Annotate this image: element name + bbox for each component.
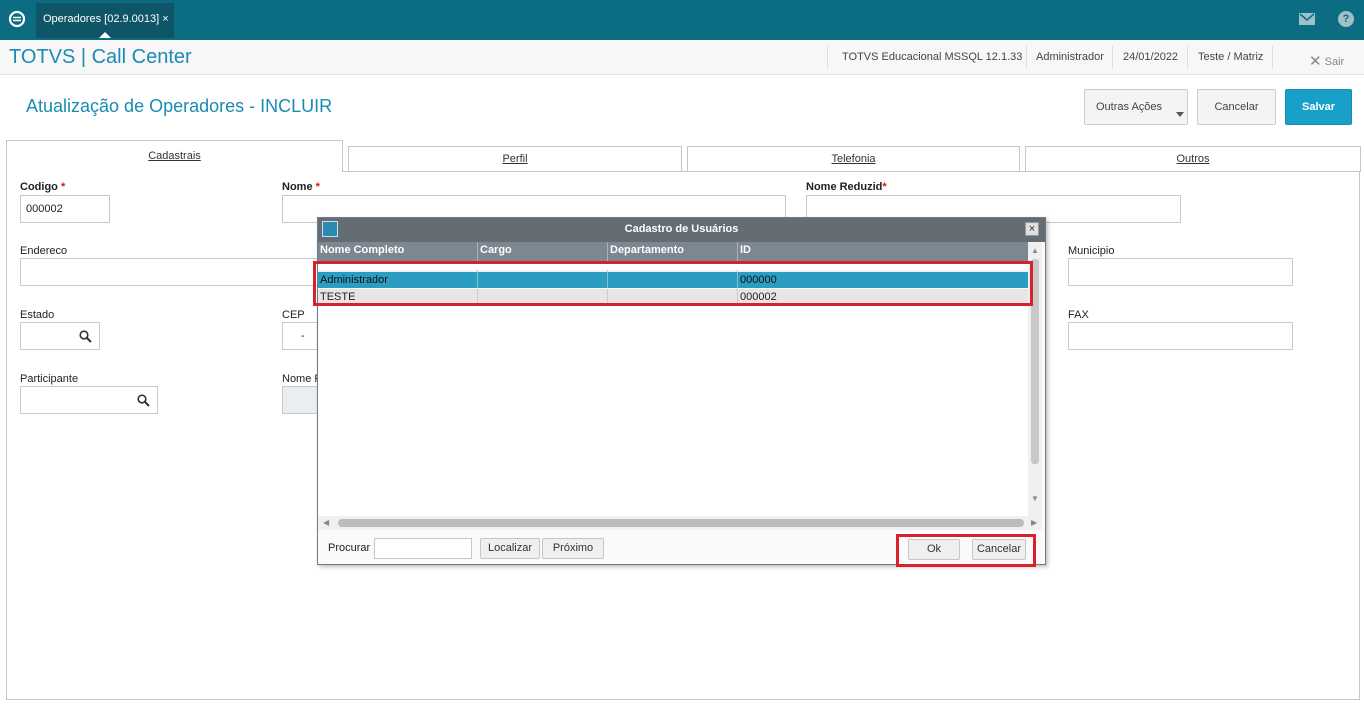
column-header-departamento[interactable]: Departamento bbox=[610, 244, 684, 256]
endereco-label: Endereco bbox=[20, 245, 68, 257]
chevron-down-icon bbox=[1176, 112, 1184, 117]
estado-field[interactable] bbox=[20, 322, 100, 350]
grid-header: Nome Completo Cargo Departamento ID bbox=[318, 242, 1028, 262]
highlight-rows bbox=[313, 261, 1033, 306]
close-icon: ✕ bbox=[1309, 53, 1322, 70]
cancel-button[interactable]: Cancelar bbox=[1197, 89, 1276, 125]
next-button[interactable]: Próximo bbox=[542, 538, 604, 559]
search-icon[interactable] bbox=[79, 330, 92, 343]
nome-participante-label: Nome P bbox=[282, 373, 322, 385]
totvs-logo-icon bbox=[8, 10, 26, 28]
environment-info: TOTVS Educacional MSSQL 12.1.33 bbox=[842, 51, 1023, 63]
scroll-up-icon[interactable]: ▲ bbox=[1031, 246, 1039, 255]
scroll-left-icon[interactable]: ◀ bbox=[323, 518, 329, 527]
scroll-right-icon[interactable]: ▶ bbox=[1031, 518, 1037, 527]
branch-info[interactable]: Teste / Matriz bbox=[1198, 51, 1263, 63]
codigo-field[interactable]: 000002 bbox=[20, 195, 110, 223]
tab-close-icon[interactable]: × bbox=[162, 13, 168, 25]
column-header-cargo[interactable]: Cargo bbox=[480, 244, 512, 256]
search-input[interactable] bbox=[374, 538, 472, 559]
locate-button[interactable]: Localizar bbox=[480, 538, 540, 559]
close-icon[interactable]: × bbox=[1025, 222, 1039, 236]
divider bbox=[1272, 46, 1273, 68]
tab-perfil[interactable]: Perfil bbox=[348, 146, 682, 172]
tab-telefonia[interactable]: Telefonia bbox=[687, 146, 1020, 172]
column-header-nome[interactable]: Nome Completo bbox=[320, 244, 404, 256]
user-name: Administrador bbox=[1036, 51, 1104, 63]
mail-icon[interactable] bbox=[1299, 13, 1315, 25]
divider bbox=[1187, 46, 1188, 68]
more-actions-button[interactable]: Outras Ações bbox=[1084, 89, 1188, 125]
page-title: Atualização de Operadores - INCLUIR bbox=[26, 96, 333, 116]
fax-label: FAX bbox=[1068, 309, 1089, 321]
divider bbox=[1026, 46, 1027, 68]
cep-label: CEP bbox=[282, 309, 305, 321]
scroll-down-icon[interactable]: ▼ bbox=[1031, 494, 1039, 503]
participante-field[interactable] bbox=[20, 386, 158, 414]
tab-label: Operadores [02.9.0013] bbox=[43, 13, 160, 25]
divider bbox=[827, 46, 828, 68]
exit-label: Sair bbox=[1324, 56, 1345, 68]
nome-participante-field bbox=[282, 386, 322, 414]
exit-button[interactable]: ✕ Sair bbox=[1309, 51, 1345, 70]
active-tab-indicator bbox=[99, 32, 111, 38]
horizontal-scrollbar[interactable]: ◀ ▶ bbox=[318, 516, 1042, 530]
search-label: Procurar bbox=[328, 542, 371, 554]
scroll-thumb[interactable] bbox=[338, 519, 1024, 527]
nome-reduzido-label: Nome Reduzid* bbox=[806, 181, 887, 193]
cep-field[interactable]: - bbox=[282, 322, 322, 350]
codigo-label: Codigo * bbox=[20, 181, 66, 193]
tab-operadores[interactable]: Operadores [02.9.0013] × bbox=[36, 3, 174, 38]
divider bbox=[1112, 46, 1113, 68]
nome-label: Nome * bbox=[282, 181, 320, 193]
top-bar bbox=[0, 0, 1364, 40]
dialog-title-bar: Cadastro de Usuários × bbox=[318, 218, 1045, 242]
endereco-field[interactable] bbox=[20, 258, 320, 286]
search-icon[interactable] bbox=[137, 394, 150, 407]
highlight-buttons bbox=[896, 534, 1036, 567]
estado-label: Estado bbox=[20, 309, 55, 321]
more-actions-label: Outras Ações bbox=[1096, 101, 1163, 113]
save-button[interactable]: Salvar bbox=[1285, 89, 1352, 125]
system-date: 24/01/2022 bbox=[1123, 51, 1179, 63]
app-title: TOTVS | Call Center bbox=[9, 46, 192, 68]
dialog-title: Cadastro de Usuários bbox=[624, 223, 739, 235]
tab-outros[interactable]: Outros bbox=[1025, 146, 1361, 172]
help-icon[interactable]: ? bbox=[1338, 11, 1354, 27]
municipio-label: Municipio bbox=[1068, 245, 1115, 257]
fax-field[interactable] bbox=[1068, 322, 1293, 350]
column-header-id[interactable]: ID bbox=[740, 244, 751, 256]
tab-cadastrais[interactable]: Cadastrais bbox=[6, 140, 343, 172]
municipio-field[interactable] bbox=[1068, 258, 1293, 286]
participante-label: Participante bbox=[20, 373, 79, 385]
